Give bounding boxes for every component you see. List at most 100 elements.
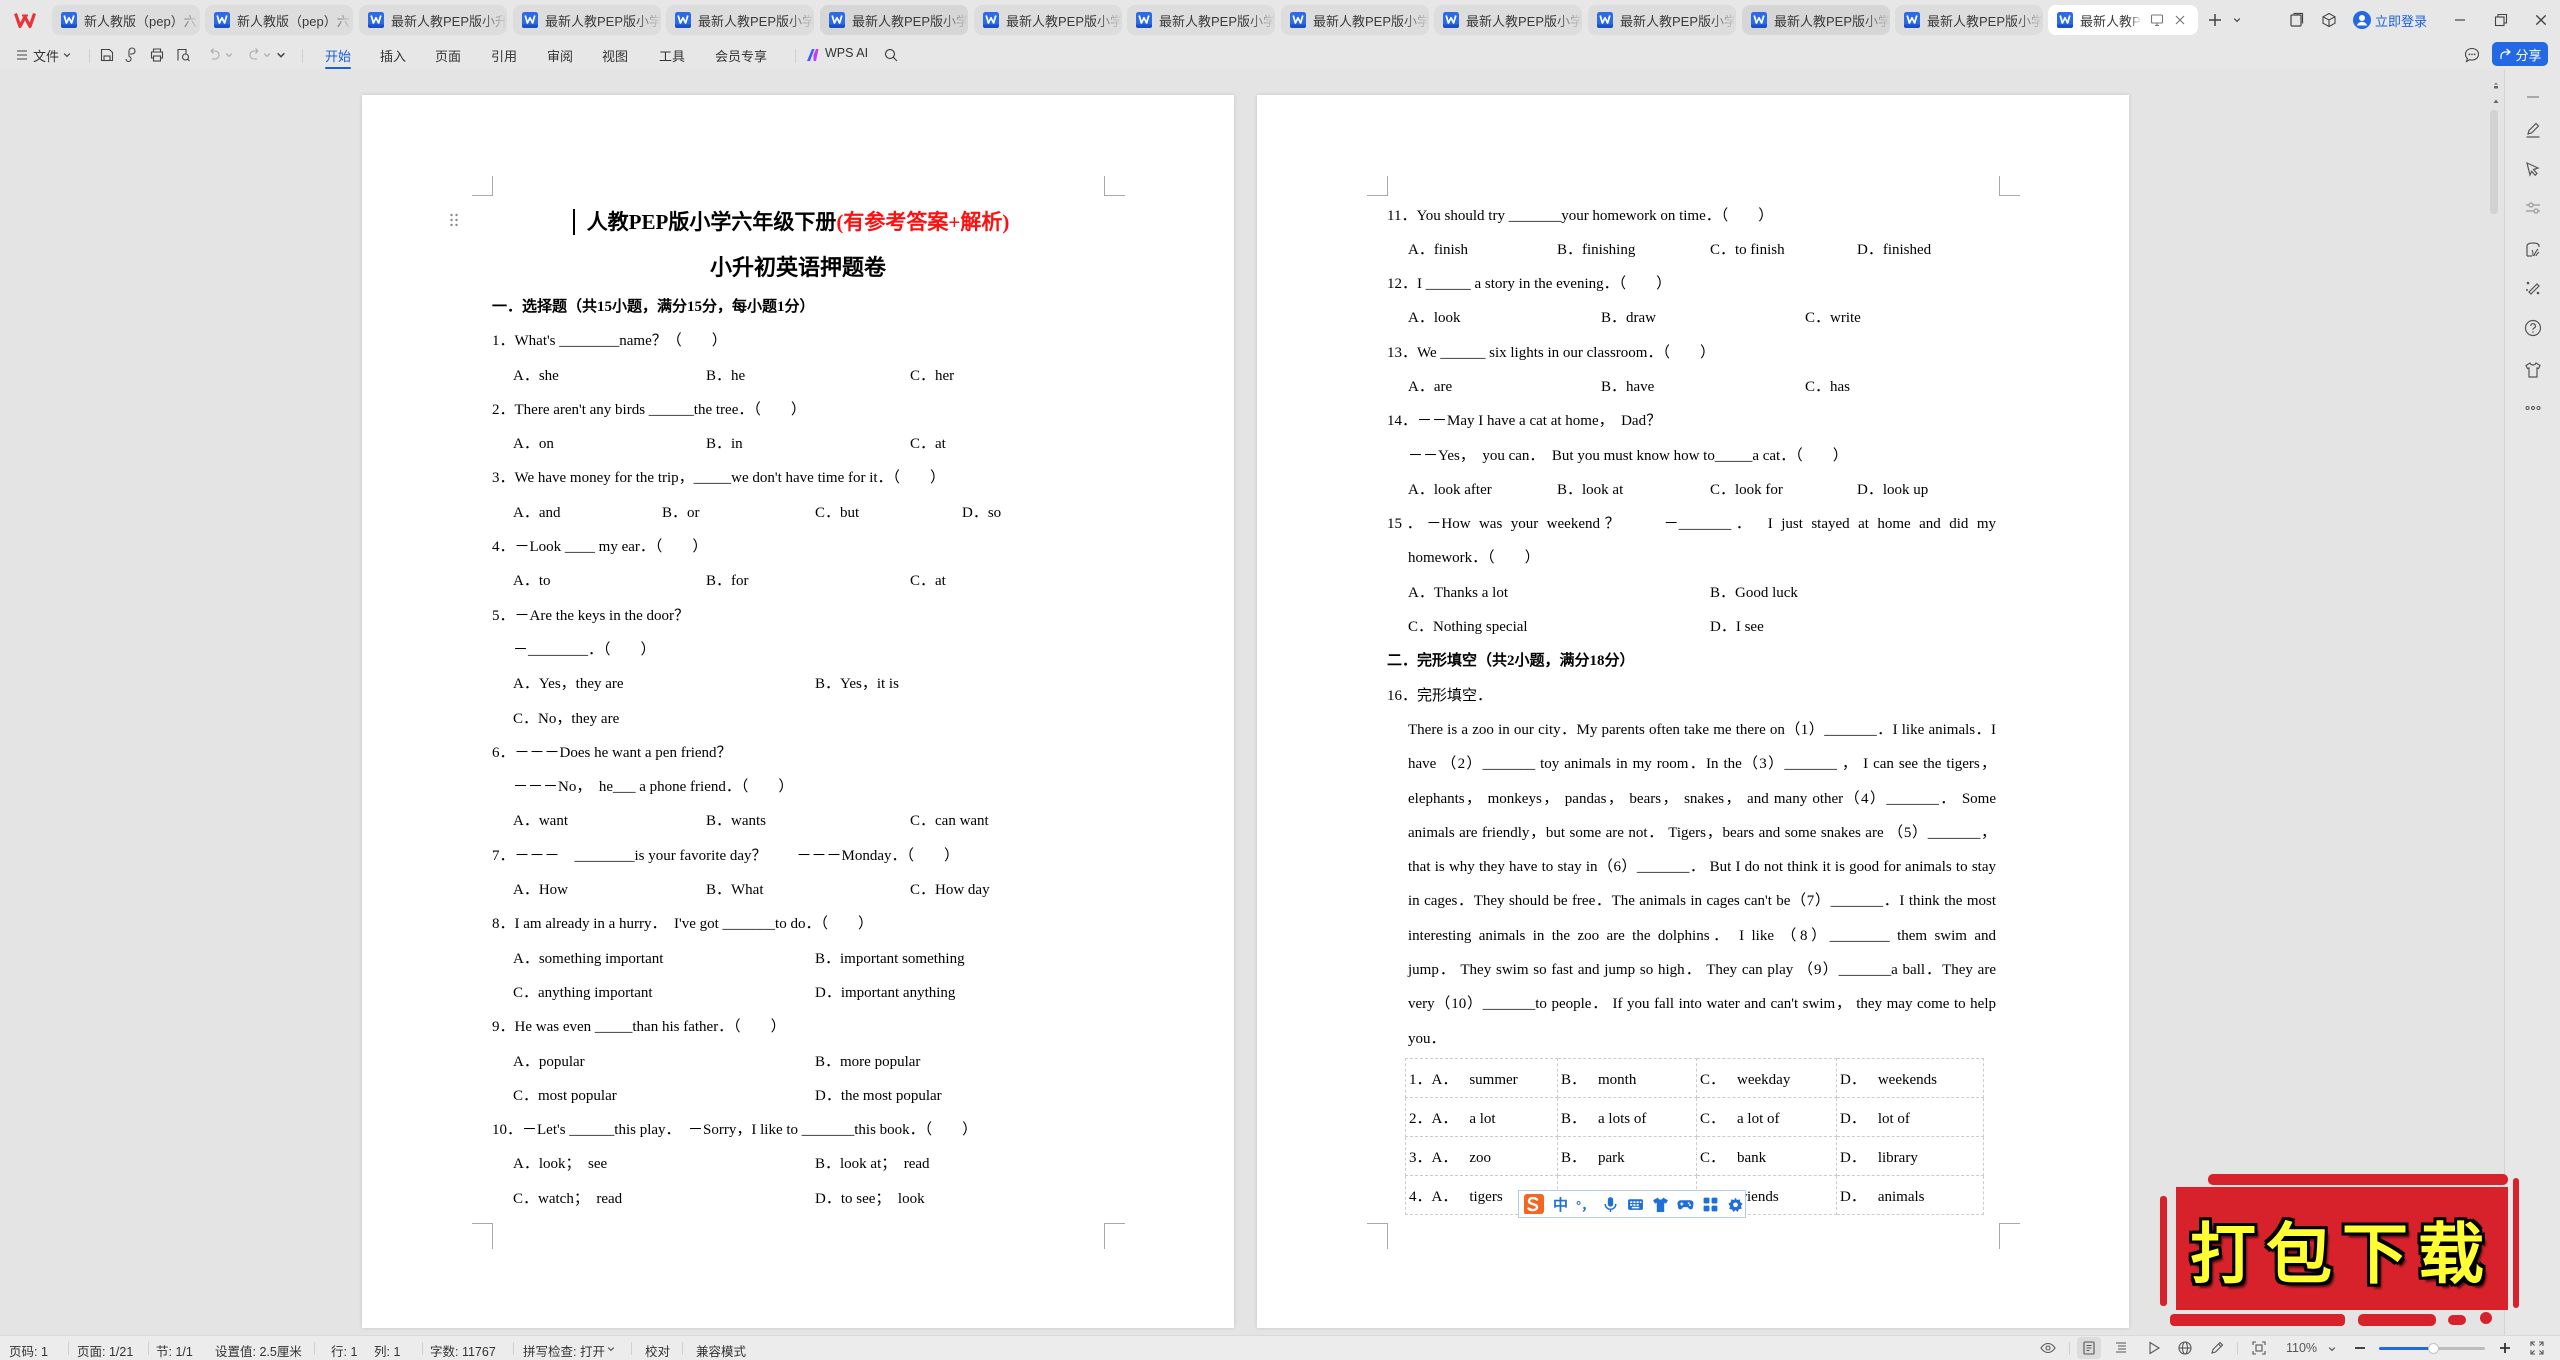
zoom-dropdown-chevron-icon[interactable] bbox=[2327, 1344, 2337, 1354]
status-page-count[interactable]: 页面: 1/21 bbox=[77, 1341, 133, 1360]
table-cell[interactable]: D． animals bbox=[1836, 1175, 1984, 1215]
collapse-sidebar-icon[interactable] bbox=[2523, 87, 2543, 107]
outline-view-icon[interactable] bbox=[2113, 1340, 2129, 1356]
theme-shirt-icon[interactable] bbox=[2523, 360, 2543, 380]
status-proofread[interactable]: 校对 bbox=[645, 1341, 670, 1360]
ime-toolbar[interactable]: 中 °， bbox=[1518, 1190, 1746, 1218]
table-cell[interactable]: B． a lots of bbox=[1557, 1097, 1697, 1137]
table-cell[interactable]: B． month bbox=[1557, 1058, 1697, 1098]
table-cell[interactable]: 2．A． a lot bbox=[1405, 1097, 1558, 1137]
window-layout-icon[interactable] bbox=[2289, 12, 2305, 28]
document-tab[interactable]: 最新人教PEP版小学 bbox=[1895, 5, 2043, 35]
status-setting-value[interactable]: 设置值: 2.5厘米 bbox=[215, 1341, 302, 1360]
status-row[interactable]: 行: 1 bbox=[331, 1341, 357, 1360]
fit-page-icon[interactable] bbox=[2251, 1340, 2267, 1356]
wps-ai-icon[interactable] bbox=[806, 48, 820, 62]
document-tab[interactable]: 最新人教PEP版小学 bbox=[1742, 5, 1890, 35]
monitor-icon[interactable] bbox=[2150, 13, 2164, 27]
scroll-up-arrow-icon[interactable] bbox=[2491, 96, 2501, 106]
scroll-top-icon[interactable] bbox=[2491, 80, 2501, 90]
status-compat-mode[interactable]: 兼容模式 bbox=[696, 1341, 746, 1360]
undo-chevron-icon[interactable] bbox=[224, 50, 234, 60]
comments-icon[interactable] bbox=[2463, 46, 2481, 64]
share-link-icon[interactable] bbox=[123, 47, 139, 63]
pen-icon[interactable] bbox=[2523, 120, 2543, 140]
table-cell[interactable]: D． weekends bbox=[1836, 1058, 1984, 1098]
web-layout-globe-icon[interactable] bbox=[2177, 1340, 2193, 1356]
document-page-2[interactable]: 11．You should try _______your homework o… bbox=[1257, 95, 2129, 1328]
document-tab[interactable]: 最新人教PEP版小学 bbox=[974, 5, 1122, 35]
sogou-ime-logo-icon[interactable] bbox=[1521, 1192, 1545, 1216]
minimize-icon[interactable] bbox=[2453, 13, 2467, 27]
tab-insert[interactable]: 插入 bbox=[380, 46, 406, 68]
document-tab[interactable]: 最新人教PEP版小学 bbox=[1127, 5, 1275, 35]
vertical-scrollbar[interactable] bbox=[2490, 110, 2500, 1325]
table-cell[interactable]: B． park bbox=[1557, 1136, 1697, 1176]
document-tab[interactable]: 最新人教PEP版小学 bbox=[1588, 5, 1736, 35]
status-section[interactable]: 节: 1/1 bbox=[156, 1341, 193, 1360]
toolbox-grid-icon[interactable] bbox=[1702, 1196, 1719, 1213]
download-package-label[interactable]: 打包下载 bbox=[2176, 1187, 2508, 1310]
redo-chevron-icon[interactable] bbox=[262, 50, 272, 60]
close-window-icon[interactable] bbox=[2534, 13, 2548, 27]
scrollbar-thumb[interactable] bbox=[2490, 110, 2498, 214]
table-cell[interactable]: C． bank bbox=[1696, 1136, 1837, 1176]
gamepad-icon[interactable] bbox=[1677, 1196, 1694, 1213]
table-cell[interactable]: 1．A． summer bbox=[1405, 1058, 1558, 1098]
tab-review[interactable]: 审阅 bbox=[547, 46, 573, 68]
play-slideshow-icon[interactable] bbox=[2146, 1340, 2162, 1356]
page-view-icon[interactable] bbox=[2081, 1340, 2097, 1356]
ime-settings-icon[interactable] bbox=[1727, 1196, 1744, 1213]
ime-mode-toggle[interactable]: 中 bbox=[1553, 1194, 1568, 1215]
reading-mode-eye-icon[interactable] bbox=[2040, 1340, 2056, 1356]
document-tab[interactable]: 新人教版（pep）六 bbox=[205, 5, 353, 35]
menu-icon[interactable] bbox=[16, 49, 28, 61]
tab-list-chevron-icon[interactable] bbox=[2232, 15, 2242, 25]
table-cell[interactable]: 3．A． zoo bbox=[1405, 1136, 1558, 1176]
document-tab[interactable]: 最新人教PEP版小学 bbox=[820, 5, 968, 35]
table-cell[interactable]: C． a lot of bbox=[1696, 1097, 1837, 1137]
fullscreen-icon[interactable] bbox=[2529, 1340, 2545, 1356]
status-spell-check[interactable]: 拼写检查: 打开 bbox=[523, 1341, 605, 1360]
print-preview-icon[interactable] bbox=[175, 47, 191, 63]
zoom-slider[interactable] bbox=[2379, 1343, 2485, 1354]
more-icon[interactable] bbox=[2523, 398, 2543, 418]
tab-page[interactable]: 页面 bbox=[435, 46, 461, 68]
ime-punctuation-toggle[interactable]: °， bbox=[1576, 1195, 1594, 1214]
file-menu-chevron-icon[interactable] bbox=[62, 50, 72, 60]
document-page-1[interactable]: 人教PEP版小学六年级下册(有参考答案+解析) 小升初英语押题卷 一．选择题（共… bbox=[362, 95, 1234, 1328]
document-tab-active[interactable]: 最新人教PEP bbox=[2048, 5, 2198, 35]
share-button[interactable]: 分享 bbox=[2492, 42, 2548, 66]
ai-image-icon[interactable] bbox=[2523, 240, 2543, 260]
status-column[interactable]: 列: 1 bbox=[374, 1341, 400, 1360]
adjust-sliders-icon[interactable] bbox=[2523, 198, 2543, 218]
wps-logo-icon[interactable] bbox=[14, 11, 36, 29]
table-cell[interactable]: C． weekday bbox=[1696, 1058, 1837, 1098]
document-tab[interactable]: 最新人教PEP版小学 bbox=[1281, 5, 1429, 35]
table-cell[interactable]: D． lot of bbox=[1836, 1097, 1984, 1137]
skin-shirt-icon[interactable] bbox=[1652, 1196, 1669, 1213]
file-menu[interactable]: 文件 bbox=[33, 46, 59, 65]
select-cursor-icon[interactable] bbox=[2523, 160, 2543, 180]
undo-icon[interactable] bbox=[207, 47, 221, 63]
keyboard-icon[interactable] bbox=[1627, 1196, 1644, 1213]
login-button[interactable]: 立即登录 bbox=[2353, 9, 2427, 31]
tab-references[interactable]: 引用 bbox=[491, 46, 517, 68]
tab-home[interactable]: 开始 bbox=[325, 46, 352, 69]
search-icon[interactable] bbox=[883, 47, 899, 63]
zoom-slider-knob[interactable] bbox=[2428, 1343, 2440, 1354]
document-tab[interactable]: 最新人教PEP版小学 bbox=[1434, 5, 1582, 35]
spell-check-chevron-icon[interactable] bbox=[606, 1344, 616, 1354]
zoom-in-icon[interactable] bbox=[2497, 1340, 2513, 1356]
print-icon[interactable] bbox=[149, 47, 165, 63]
status-word-count[interactable]: 字数: 11767 bbox=[430, 1341, 496, 1360]
table-cell[interactable]: D． library bbox=[1836, 1136, 1984, 1176]
new-tab-plus-icon[interactable] bbox=[2207, 12, 2223, 28]
restore-icon[interactable] bbox=[2494, 13, 2508, 27]
zoom-level[interactable]: 110% bbox=[2286, 1341, 2317, 1355]
save-icon[interactable] bbox=[99, 47, 115, 63]
document-tab[interactable]: 最新人教PEP版小学 bbox=[666, 5, 814, 35]
document-tab[interactable]: 新人教版（pep）六 bbox=[52, 5, 200, 35]
quick-access-more-icon[interactable] bbox=[275, 49, 287, 61]
wps-ai-button[interactable]: WPS AI bbox=[825, 46, 868, 60]
